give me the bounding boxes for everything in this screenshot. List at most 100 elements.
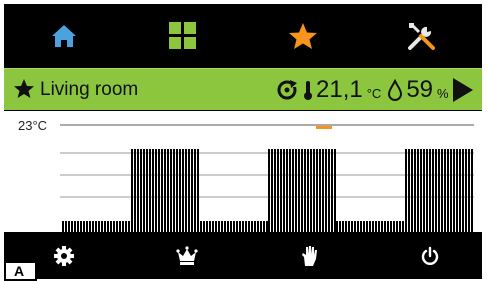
nav-rooms-button[interactable] bbox=[124, 4, 244, 68]
schedule-bar bbox=[450, 149, 452, 232]
schedule-bar bbox=[242, 221, 244, 232]
schedule-bar bbox=[313, 149, 315, 232]
schedule-bar bbox=[414, 149, 416, 232]
schedule-bar bbox=[215, 221, 217, 232]
schedule-bar bbox=[164, 149, 166, 232]
schedule-bar bbox=[65, 221, 67, 232]
top-navigation bbox=[4, 4, 482, 68]
hand-icon bbox=[302, 246, 317, 266]
schedule-bar bbox=[167, 149, 169, 232]
schedule-bar bbox=[381, 221, 383, 232]
schedule-bar bbox=[221, 221, 223, 232]
schedule-bar bbox=[301, 149, 303, 232]
schedule-bar bbox=[104, 221, 106, 232]
schedule-bar bbox=[245, 221, 247, 232]
schedule-bar bbox=[271, 149, 273, 232]
schedule-bar bbox=[292, 149, 294, 232]
humidity-value: 59 bbox=[406, 76, 434, 103]
schedule-bar bbox=[345, 221, 347, 232]
schedule-bar bbox=[131, 149, 133, 232]
schedule-bar bbox=[134, 149, 136, 232]
room-name: Living room bbox=[40, 79, 139, 100]
schedule-bar bbox=[447, 149, 449, 232]
schedule-bar bbox=[286, 149, 288, 232]
schedule-bar bbox=[366, 221, 368, 232]
schedule-bar bbox=[92, 221, 94, 232]
favorite-star-icon[interactable] bbox=[13, 78, 35, 99]
schedule-bar bbox=[158, 149, 160, 232]
schedule-bar bbox=[83, 221, 85, 232]
schedule-bar bbox=[119, 221, 121, 232]
schedule-bar bbox=[140, 149, 142, 232]
schedule-bar bbox=[125, 221, 127, 232]
room-status: 21,1 °C 59 % bbox=[276, 75, 449, 105]
schedule-bar bbox=[268, 149, 270, 232]
crown-icon bbox=[176, 246, 198, 265]
schedule-bar bbox=[334, 149, 336, 232]
grid-icon bbox=[169, 22, 197, 49]
schedule-bar bbox=[206, 221, 208, 232]
star-icon bbox=[288, 23, 317, 49]
schedule-bar bbox=[257, 221, 259, 232]
schedule-chart[interactable]: 23°C bbox=[4, 111, 482, 232]
schedule-bar bbox=[339, 221, 341, 232]
schedule-bar bbox=[277, 149, 279, 232]
comfort-mode-button[interactable] bbox=[172, 241, 202, 271]
nav-favorites-button[interactable] bbox=[243, 4, 363, 68]
schedule-bar bbox=[89, 221, 91, 232]
schedule-bar bbox=[307, 149, 309, 232]
settings-button[interactable] bbox=[49, 241, 79, 271]
schedule-bar bbox=[378, 221, 380, 232]
schedule-bar bbox=[122, 221, 124, 232]
power-button[interactable] bbox=[415, 241, 445, 271]
schedule-bar bbox=[188, 149, 190, 232]
schedule-bar bbox=[354, 221, 356, 232]
schedule-bar bbox=[137, 149, 139, 232]
schedule-bar bbox=[116, 221, 118, 232]
schedule-chart-svg: 23°C bbox=[18, 118, 474, 232]
current-time-marker bbox=[316, 126, 332, 129]
schedule-bar bbox=[342, 221, 344, 232]
schedule-bar bbox=[411, 149, 413, 232]
schedule-bar bbox=[113, 221, 115, 232]
schedule-bar bbox=[86, 221, 88, 232]
schedule-bar bbox=[390, 221, 392, 232]
schedule-bar bbox=[179, 149, 181, 232]
nav-settings-button[interactable] bbox=[363, 4, 483, 68]
schedule-bar bbox=[289, 149, 291, 232]
schedule-bar bbox=[230, 221, 232, 232]
power-icon bbox=[421, 246, 439, 265]
schedule-bar bbox=[224, 221, 226, 232]
schedule-bar bbox=[441, 149, 443, 232]
bottom-navigation bbox=[4, 232, 482, 279]
schedule-bar bbox=[384, 221, 386, 232]
manual-mode-button[interactable] bbox=[294, 241, 324, 271]
schedule-bar bbox=[405, 149, 407, 232]
schedule-bar bbox=[351, 221, 353, 232]
schedule-bar bbox=[203, 221, 205, 232]
schedule-bar bbox=[319, 149, 321, 232]
schedule-bar bbox=[173, 149, 175, 232]
schedule-bar bbox=[146, 149, 148, 232]
nav-home-button[interactable] bbox=[4, 4, 124, 68]
schedule-bar bbox=[468, 149, 470, 232]
schedule-bar bbox=[363, 221, 365, 232]
schedule-bar bbox=[375, 221, 377, 232]
play-arrow-icon[interactable] bbox=[452, 77, 474, 103]
schedule-bar bbox=[209, 221, 211, 232]
schedule-bar bbox=[372, 221, 374, 232]
schedule-bar bbox=[77, 221, 79, 232]
schedule-bar bbox=[399, 221, 401, 232]
schedule-bar bbox=[227, 221, 229, 232]
schedule-bar bbox=[68, 221, 70, 232]
schedule-bar bbox=[304, 149, 306, 232]
schedule-bar bbox=[263, 221, 265, 232]
humidity-drop-icon bbox=[388, 79, 403, 101]
schedule-bar bbox=[212, 221, 214, 232]
schedule-bar bbox=[254, 221, 256, 232]
schedule-bar bbox=[233, 221, 235, 232]
schedule-bar bbox=[176, 149, 178, 232]
temperature-value: 21,1 bbox=[316, 76, 363, 103]
schedule-bar bbox=[185, 149, 187, 232]
schedule-bar bbox=[471, 149, 473, 232]
